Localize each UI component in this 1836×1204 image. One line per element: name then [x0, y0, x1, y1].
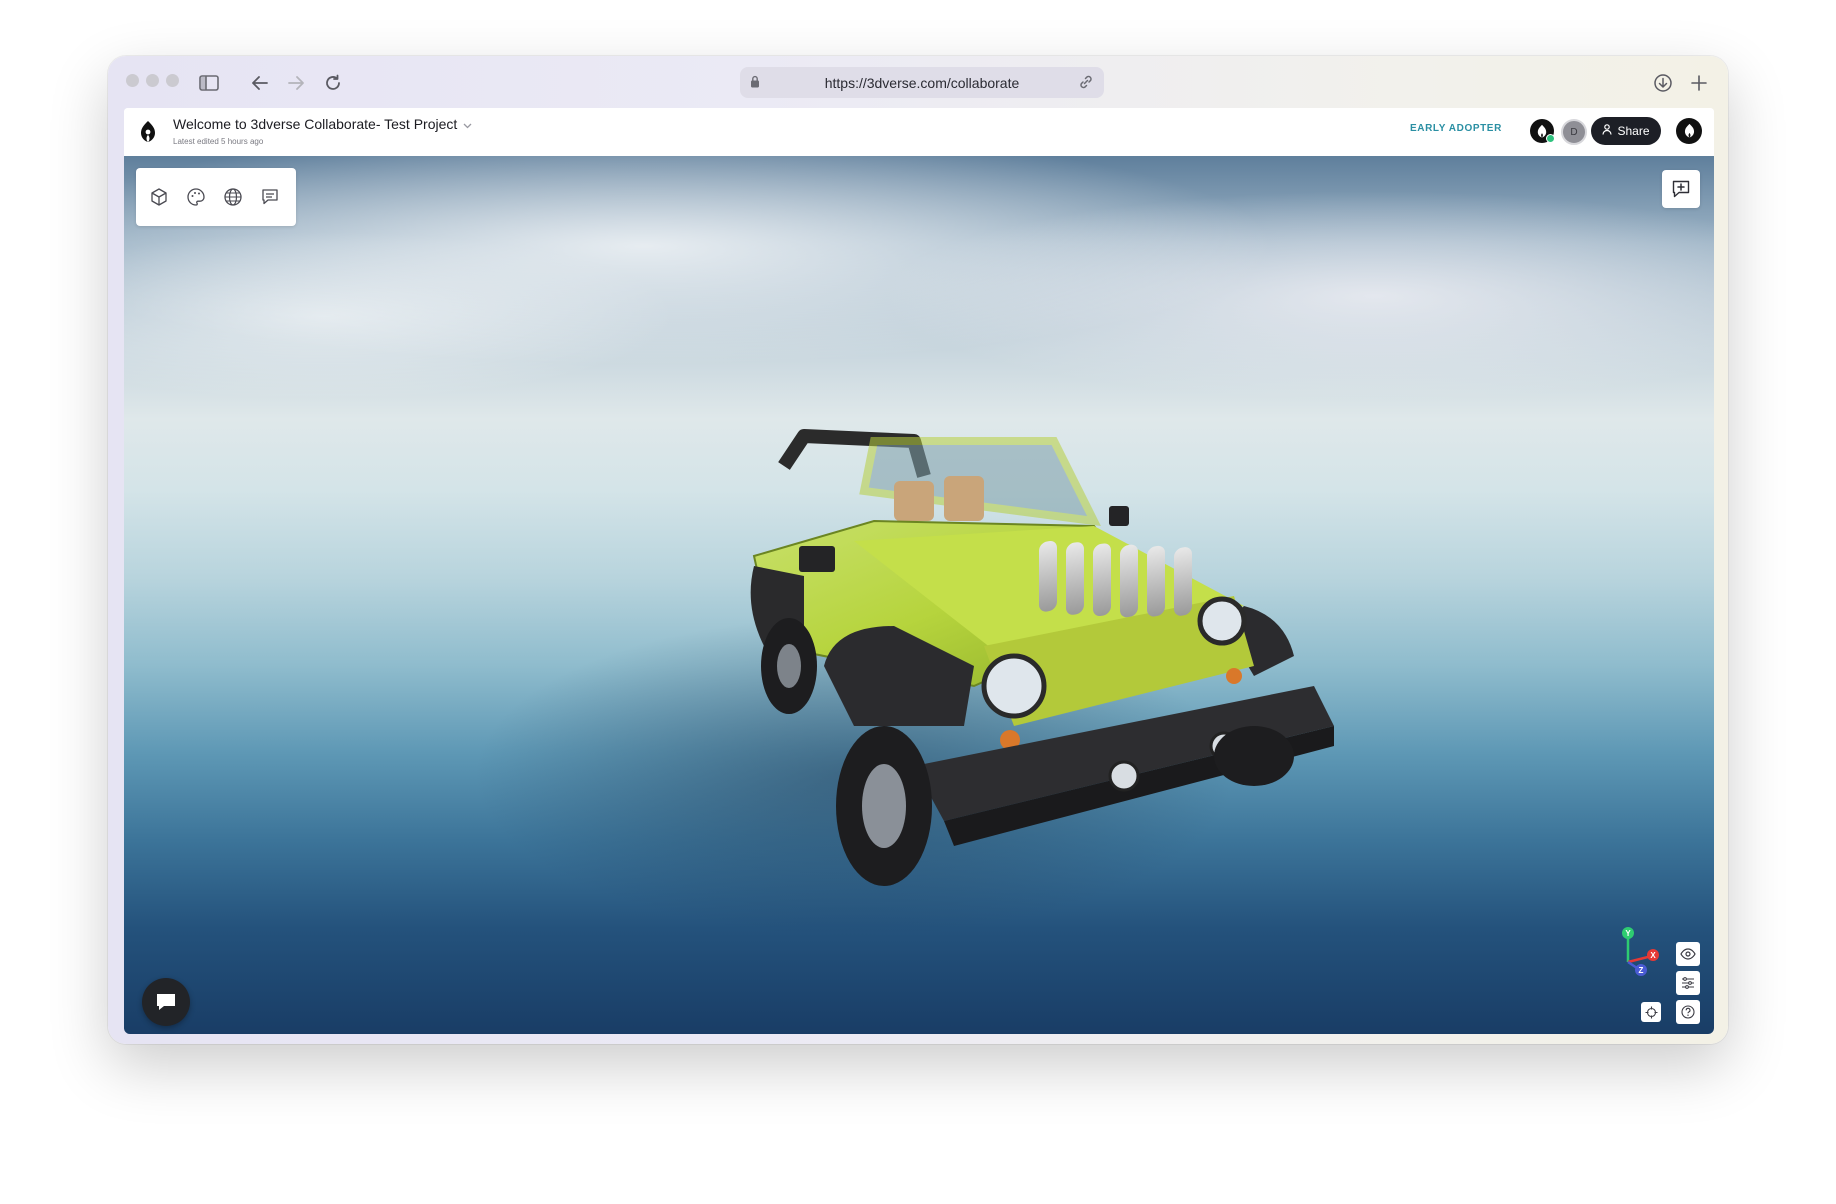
person-icon — [1602, 124, 1613, 138]
help-button[interactable] — [1676, 1000, 1700, 1024]
back-arrow-icon[interactable] — [249, 72, 271, 94]
maximize-window-button[interactable] — [166, 74, 179, 87]
account-avatar[interactable] — [1676, 118, 1702, 144]
share-button[interactable]: Share — [1591, 117, 1661, 145]
globe-icon[interactable] — [220, 184, 246, 210]
chat-button[interactable] — [142, 978, 190, 1026]
online-status-dot — [1546, 134, 1555, 143]
3d-viewport[interactable]: Y X Z — [124, 156, 1714, 1034]
palette-icon[interactable] — [183, 184, 209, 210]
visibility-toggle-button[interactable] — [1676, 942, 1700, 966]
add-comment-icon — [1672, 180, 1690, 198]
project-last-edited: Latest edited 5 hours ago — [173, 137, 264, 146]
axis-y-label: Y — [1625, 929, 1631, 938]
help-icon — [1681, 1005, 1695, 1019]
link-icon[interactable] — [1078, 74, 1094, 95]
new-tab-plus-icon[interactable] — [1688, 72, 1710, 94]
axis-x-label: X — [1650, 951, 1656, 960]
add-comment-button[interactable] — [1662, 170, 1700, 208]
download-icon[interactable] — [1652, 72, 1674, 94]
project-title-dropdown[interactable]: Welcome to 3dverse Collaborate- Test Pro… — [173, 116, 472, 132]
collaborator-avatar[interactable]: D — [1561, 119, 1587, 145]
collaborator-initial: D — [1570, 126, 1578, 138]
jeep-3d-model[interactable] — [454, 306, 1454, 1006]
comment-icon[interactable] — [257, 184, 283, 210]
recenter-button[interactable] — [1641, 1002, 1661, 1022]
settings-sliders-button[interactable] — [1676, 971, 1700, 995]
target-icon — [1645, 1006, 1657, 1018]
cube-icon[interactable] — [146, 184, 172, 210]
browser-window: https://3dverse.com/collaborate Welcome … — [108, 56, 1728, 1044]
address-bar[interactable]: https://3dverse.com/collaborate — [740, 67, 1104, 98]
forward-arrow-icon[interactable] — [285, 72, 307, 94]
viewport-tool-panel — [136, 168, 296, 226]
reload-icon[interactable] — [322, 72, 344, 94]
close-window-button[interactable] — [126, 74, 139, 87]
sliders-icon — [1682, 977, 1694, 989]
app-header: Welcome to 3dverse Collaborate- Test Pro… — [124, 108, 1714, 157]
browser-toolbar: https://3dverse.com/collaborate — [108, 56, 1728, 108]
project-title: Welcome to 3dverse Collaborate- Test Pro… — [173, 116, 458, 132]
chevron-down-icon — [463, 116, 472, 132]
share-label: Share — [1617, 124, 1650, 138]
eye-icon — [1680, 948, 1696, 960]
url-text: https://3dverse.com/collaborate — [824, 75, 1020, 91]
early-adopter-badge: EARLY ADOPTER — [1410, 123, 1502, 134]
3dverse-logo-icon[interactable] — [138, 120, 158, 149]
sidebar-toggle-icon[interactable] — [198, 72, 220, 94]
axis-z-label: Z — [1639, 966, 1644, 975]
minimize-window-button[interactable] — [146, 74, 159, 87]
chat-bubble-icon — [157, 994, 175, 1010]
user-avatar-online[interactable] — [1530, 119, 1555, 143]
axis-gizmo[interactable]: Y X Z — [1604, 924, 1664, 984]
app-frame: Welcome to 3dverse Collaborate- Test Pro… — [124, 108, 1714, 1034]
